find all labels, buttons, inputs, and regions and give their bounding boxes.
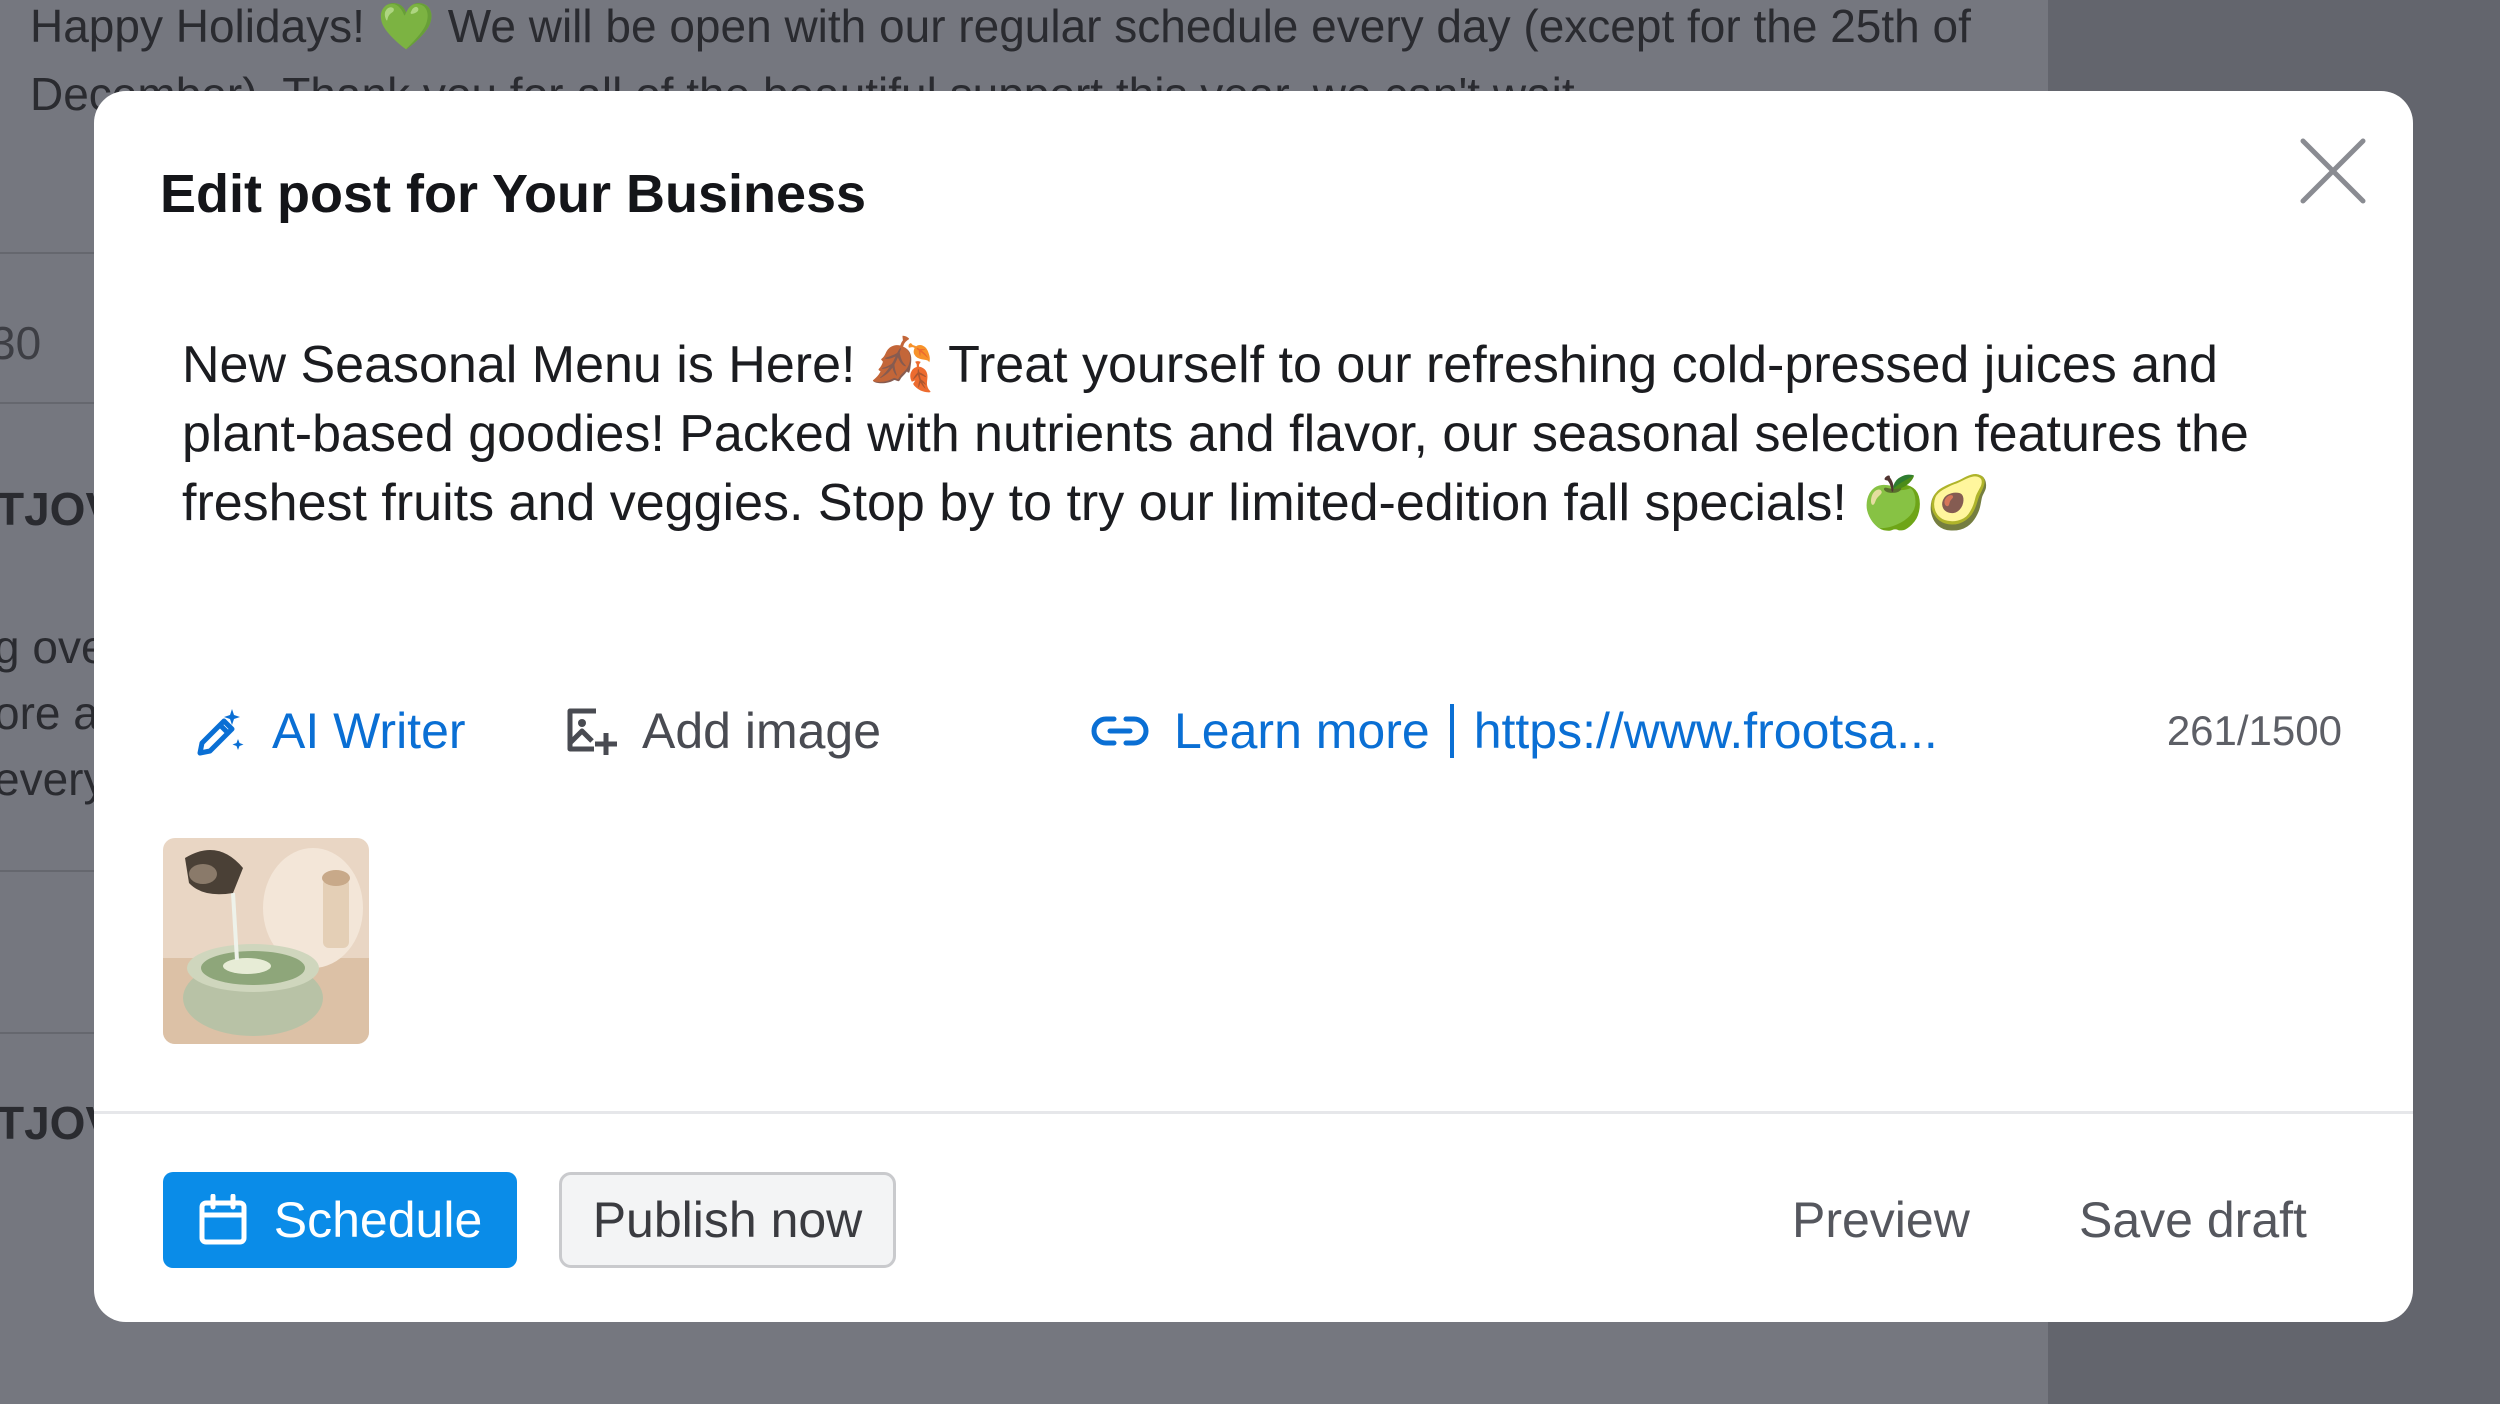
cta-separator	[1449, 704, 1454, 758]
editor-toolbar: AI Writer Add image Learn more https://w…	[192, 691, 2342, 771]
add-image-button[interactable]: Add image	[562, 691, 881, 771]
background-fragment: every	[0, 753, 107, 805]
schedule-label: Schedule	[273, 1192, 483, 1248]
ai-writer-icon	[192, 703, 248, 759]
close-icon	[2299, 137, 2367, 210]
link-icon	[1090, 703, 1150, 759]
attached-image	[163, 838, 369, 1044]
cta-label: Learn more	[1174, 703, 1430, 759]
save-draft-button[interactable]: Save draft	[2079, 1172, 2307, 1268]
preview-button[interactable]: Preview	[1792, 1172, 1970, 1268]
attached-image-thumbnail[interactable]	[163, 838, 369, 1044]
cta-link-button[interactable]: Learn more https://www.frootsa...	[1090, 691, 1938, 771]
background-fragment: ore a	[0, 687, 99, 739]
edit-post-modal: Edit post for Your Business New Seasonal…	[94, 91, 2413, 1322]
character-counter: 261/1500	[2166, 707, 2342, 754]
modal-title: Edit post for Your Business	[160, 164, 867, 224]
ai-writer-button[interactable]: AI Writer	[192, 691, 466, 771]
calendar-icon	[198, 1194, 248, 1246]
schedule-button[interactable]: Schedule	[163, 1172, 517, 1268]
background-fragment: g ove	[0, 621, 107, 673]
cta-url: https://www.frootsa...	[1473, 703, 1938, 759]
post-text-editor[interactable]: New Seasonal Menu is Here! 🍂 Treat yours…	[182, 331, 2322, 538]
publish-now-button[interactable]: Publish now	[559, 1172, 896, 1268]
add-image-icon	[562, 703, 618, 759]
ai-writer-label: AI Writer	[272, 703, 466, 759]
footer-divider	[94, 1111, 2413, 1114]
add-image-label: Add image	[642, 703, 882, 759]
background-fragment: 30	[0, 317, 42, 369]
close-button[interactable]	[2299, 137, 2367, 210]
